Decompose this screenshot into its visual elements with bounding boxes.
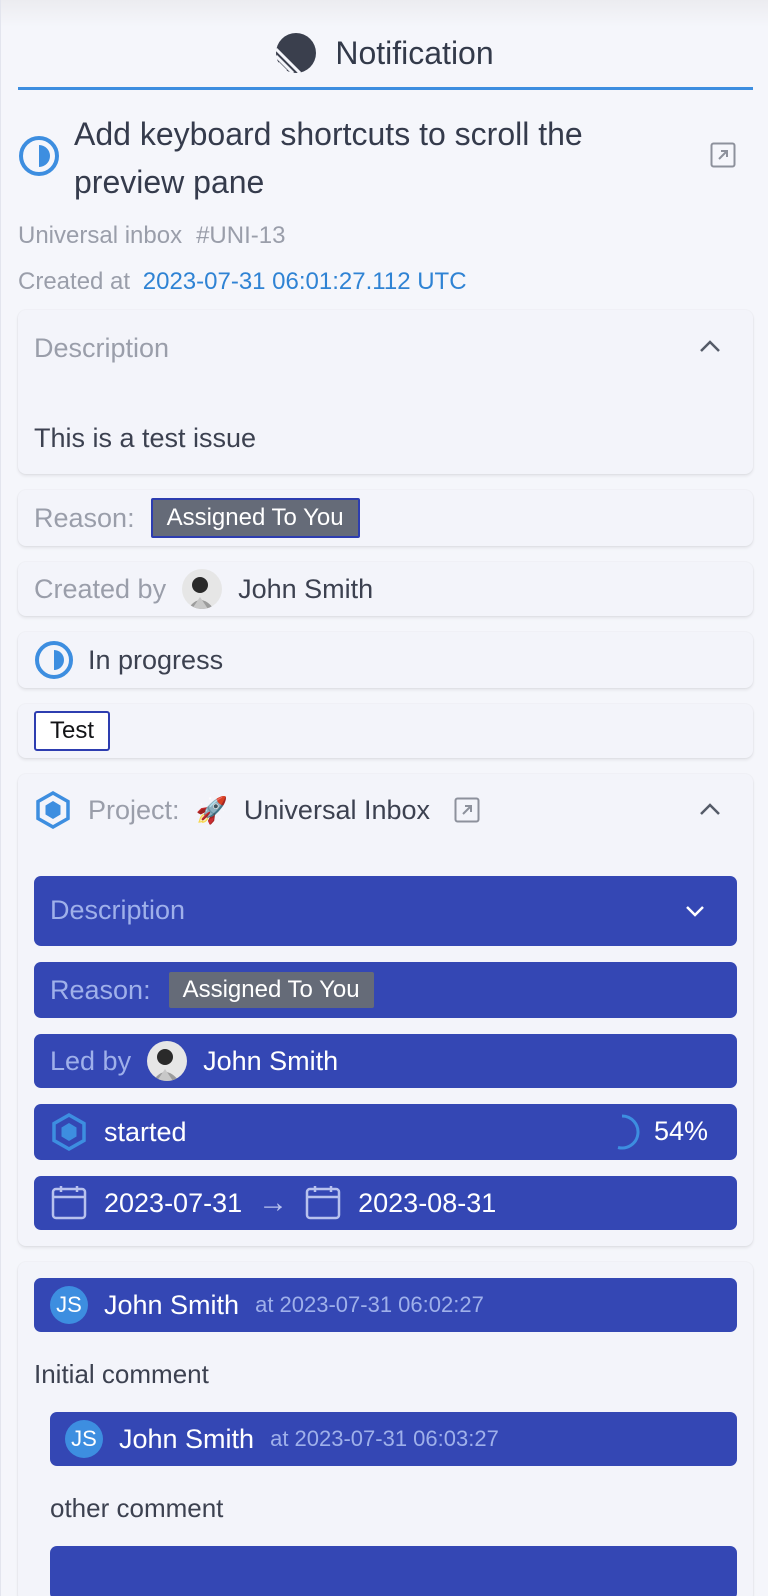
comment-author: John Smith (104, 1289, 240, 1320)
creator-name: John Smith (238, 573, 374, 604)
open-external-icon[interactable] (454, 797, 480, 823)
header: Notification (1, 28, 768, 78)
arrow-right-icon: → (258, 1186, 289, 1219)
comment-text: Initial comment (34, 1358, 209, 1389)
project-hexagon-icon (36, 791, 70, 829)
status-card: In progress (18, 632, 753, 688)
calendar-icon (51, 1186, 87, 1220)
project-state: started (104, 1116, 187, 1147)
description-card[interactable]: Description This is a test issue (18, 310, 753, 474)
issue-title-row: Add keyboard shortcuts to scroll the pre… (18, 110, 753, 202)
comment-header: JS John Smith at 2023-07-31 06:03:27 (50, 1412, 737, 1466)
calendar-icon (305, 1186, 341, 1220)
project-dates-bar: 2023-07-31 → 2023-08-31 (34, 1176, 737, 1230)
target-date: 2023-08-31 (358, 1187, 497, 1218)
progress-ring-icon (617, 1114, 640, 1150)
project-reason-bar: Reason: Assigned To You (34, 962, 737, 1018)
project-reason-label: Reason: (50, 974, 151, 1005)
labels-card: Test (18, 704, 753, 758)
label-tag: Test (34, 711, 111, 751)
project-description-label: Description (50, 895, 186, 925)
created-at-label: Created at (18, 268, 131, 295)
in-progress-status-icon (35, 641, 73, 679)
created-at-date: 2023-07-31 06:01:27.112 UTC (142, 268, 467, 295)
project-reason-badge: Assigned To You (168, 972, 374, 1008)
comment-text: other comment (50, 1492, 224, 1523)
reason-badge: Assigned To You (150, 498, 360, 538)
team-name: Universal inbox (18, 222, 183, 249)
description-label: Description (34, 332, 170, 363)
lead-label: Led by (50, 1045, 132, 1076)
project-hexagon-icon (52, 1113, 86, 1151)
issue-meta: Universal inbox #UNI-13 (18, 222, 285, 250)
chevron-up-icon[interactable] (697, 797, 723, 823)
user-initials-avatar: JS (65, 1420, 103, 1458)
chevron-up-icon[interactable] (697, 334, 723, 360)
avatar (182, 569, 223, 609)
user-initials-avatar: JS (50, 1286, 88, 1324)
notification-preview-panel: Notification Add keyboard shortcuts to s… (0, 0, 768, 1596)
linear-logo-icon (275, 33, 317, 74)
progress-percent: 54% (654, 1116, 709, 1146)
issue-title: Add keyboard shortcuts to scroll the pre… (74, 116, 583, 200)
project-state-bar: started 54% (34, 1104, 737, 1160)
avatar (147, 1041, 188, 1081)
description-text: This is a test issue (34, 422, 257, 453)
project-label: Project: (88, 794, 180, 825)
creator-card: Created by John Smith (18, 562, 753, 616)
start-date: 2023-07-31 (104, 1187, 243, 1218)
project-name: Universal Inbox (243, 794, 431, 825)
status-label: In progress (88, 644, 224, 675)
header-underline (18, 87, 753, 90)
comment-author: John Smith (119, 1423, 255, 1454)
comment-header-partial (50, 1546, 737, 1596)
comment-time: at 2023-07-31 06:02:27 (255, 1292, 484, 1317)
lead-name: John Smith (203, 1045, 339, 1076)
reason-label: Reason: (34, 502, 135, 533)
header-title: Notification (335, 34, 494, 71)
project-emoji: 🚀 (195, 794, 228, 825)
comment-header: JS John Smith at 2023-07-31 06:02:27 (34, 1278, 737, 1332)
in-progress-status-icon (19, 136, 59, 176)
reason-card: Reason: Assigned To You (18, 490, 753, 546)
comment-time: at 2023-07-31 06:03:27 (270, 1426, 499, 1451)
created-at-line: Created at 2023-07-31 06:01:27.112 UTC (18, 268, 467, 296)
open-external-icon[interactable] (710, 142, 736, 168)
project-description-toggle[interactable]: Description (34, 876, 737, 946)
project-lead-bar: Led by John Smith (34, 1034, 737, 1088)
chevron-down-icon[interactable] (682, 898, 708, 924)
issue-identifier: #UNI-13 (196, 222, 286, 249)
created-by-label: Created by (34, 573, 167, 604)
